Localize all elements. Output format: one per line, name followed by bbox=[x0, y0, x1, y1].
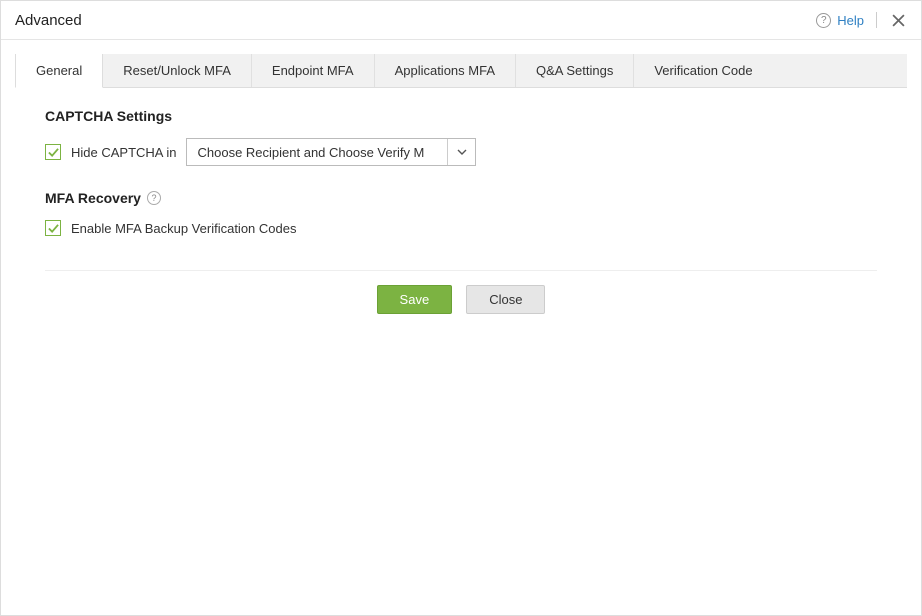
close-button[interactable]: Close bbox=[466, 285, 545, 314]
titlebar: Advanced ? Help bbox=[1, 1, 921, 40]
chevron-down-icon bbox=[447, 139, 475, 165]
hide-captcha-label: Hide CAPTCHA in bbox=[71, 145, 176, 160]
section-captcha-settings: CAPTCHA Settings Hide CAPTCHA in Choose … bbox=[45, 108, 889, 166]
captcha-settings-title: CAPTCHA Settings bbox=[45, 108, 889, 124]
hide-captcha-checkbox[interactable] bbox=[45, 144, 61, 160]
hide-captcha-row: Hide CAPTCHA in Choose Recipient and Cho… bbox=[45, 138, 889, 166]
dialog-title: Advanced bbox=[15, 12, 82, 29]
enable-backup-codes-row: Enable MFA Backup Verification Codes bbox=[45, 220, 889, 236]
tab-qa-settings[interactable]: Q&A Settings bbox=[516, 54, 634, 87]
tabs-wrapper: General Reset/Unlock MFA Endpoint MFA Ap… bbox=[1, 40, 921, 334]
close-icon[interactable] bbox=[889, 11, 907, 29]
enable-backup-codes-label: Enable MFA Backup Verification Codes bbox=[71, 221, 296, 236]
tab-reset-unlock-mfa[interactable]: Reset/Unlock MFA bbox=[103, 54, 252, 87]
enable-backup-codes-checkbox[interactable] bbox=[45, 220, 61, 236]
divider bbox=[876, 12, 877, 28]
section-mfa-recovery: MFA Recovery ? Enable MFA Backup Verific… bbox=[45, 190, 889, 236]
mfa-recovery-title: MFA Recovery ? bbox=[45, 190, 889, 206]
tab-general[interactable]: General bbox=[15, 54, 103, 88]
footer: Save Close bbox=[15, 271, 907, 334]
mfa-recovery-title-text: MFA Recovery bbox=[45, 190, 141, 206]
tabs: General Reset/Unlock MFA Endpoint MFA Ap… bbox=[15, 54, 907, 88]
info-icon[interactable]: ? bbox=[147, 191, 161, 205]
save-button[interactable]: Save bbox=[377, 285, 453, 314]
titlebar-actions: ? Help bbox=[816, 11, 907, 29]
advanced-dialog: Advanced ? Help General Reset/Unlock MFA… bbox=[0, 0, 922, 616]
tab-applications-mfa[interactable]: Applications MFA bbox=[375, 54, 516, 87]
content-area: CAPTCHA Settings Hide CAPTCHA in Choose … bbox=[15, 88, 907, 270]
help-link[interactable]: Help bbox=[837, 13, 864, 28]
help-icon: ? bbox=[816, 13, 831, 28]
hide-captcha-select[interactable]: Choose Recipient and Choose Verify M bbox=[186, 138, 476, 166]
tab-endpoint-mfa[interactable]: Endpoint MFA bbox=[252, 54, 375, 87]
hide-captcha-select-value: Choose Recipient and Choose Verify M bbox=[187, 145, 447, 160]
tab-verification-code[interactable]: Verification Code bbox=[634, 54, 907, 87]
